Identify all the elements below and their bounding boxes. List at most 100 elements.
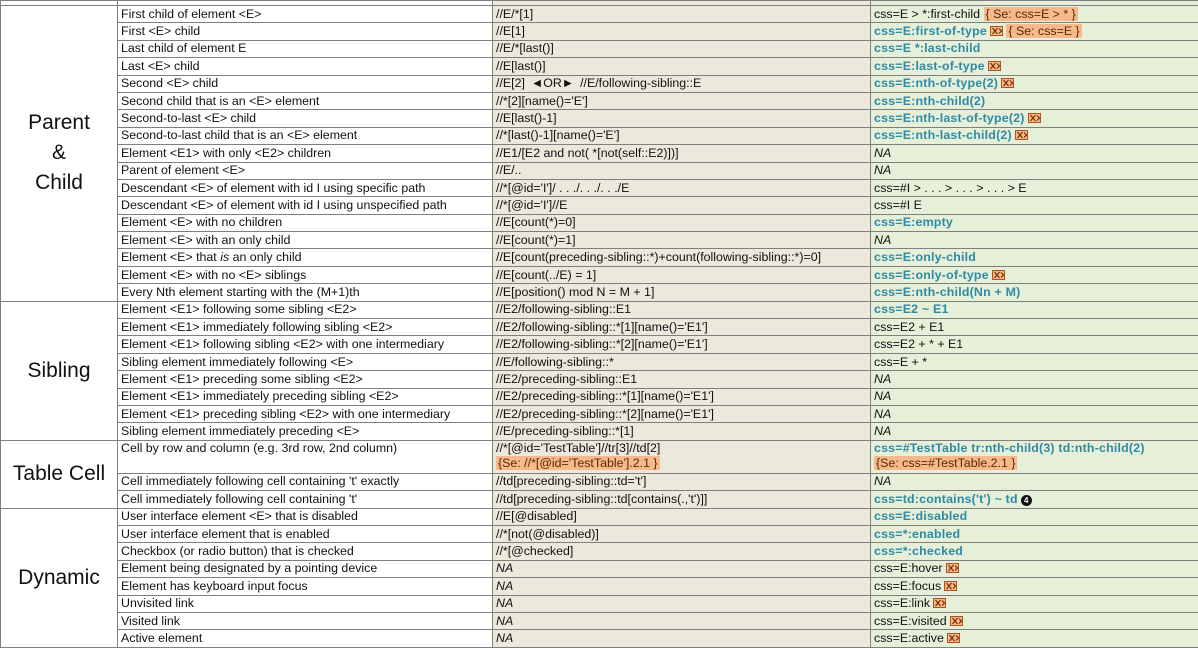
browser-warning-icon [944,581,957,591]
description-cell: User interface element <E> that is disab… [118,508,493,525]
description-cell: First <E> child [118,23,493,40]
xpath-cell: //E2/following-sibling::*[1][name()='E1'… [493,319,871,336]
description-cell: Element <E1> preceding sibling <E2> with… [118,405,493,422]
browser-warning-icon [947,633,960,643]
browser-warning-icon [1015,130,1028,140]
css-cell: css=E:nth-of-type(2) [871,75,1198,92]
xpath-cell: //E2/preceding-sibling::E1 [493,371,871,388]
description-cell: Unvisited link [118,595,493,612]
xpath-cell: //E[count(*)=0] [493,214,871,231]
xpath-cell: //*[last()-1][name()='E'] [493,127,871,144]
description-cell: Second child that is an <E> element [118,92,493,109]
description-cell: Element <E1> preceding some sibling <E2> [118,371,493,388]
category-label: Sibling [27,359,90,382]
xpath-cell: //E[count(preceding-sibling::*)+count(fo… [493,249,871,266]
css-cell: NA [871,423,1198,440]
table-row: Table Cell Cell by row and column (e.g. … [1,440,1198,473]
table-row: First <E> child //E[1] css=E:first-of-ty… [1,23,1198,40]
description-cell: Last child of element E [118,40,493,57]
xpath-cell: //E/.. [493,162,871,179]
description-cell: Element has keyboard input focus [118,578,493,595]
table-row: Second <E> child //E[2]◄OR►//E/following… [1,75,1198,92]
xpath-text: //*[@id='TestTable']//tr[3]//td[2] [496,441,867,456]
xpath-cell: //E/*[1] [493,6,871,23]
selector-reference-table: Parent & Child First child of element <E… [0,0,1198,648]
xpath-cell: //*[not(@disabled)] [493,525,871,542]
css-cell: NA [871,473,1198,490]
table-row: Sibling element immediately following <E… [1,353,1198,370]
table-row: Element being designated by a pointing d… [1,560,1198,577]
description-pre: Element <E> that [121,250,220,264]
xpath-cell: //E[1] [493,23,871,40]
table-row: Element <E1> immediately following sibli… [1,319,1198,336]
description-cell: Every Nth element starting with the (M+1… [118,284,493,301]
css-text: css=E *:last-child [874,41,981,55]
css-text: css=td:contains('t') ~ td [874,492,1018,506]
description-cell: Sibling element immediately following <E… [118,353,493,370]
category-label: Dynamic [18,566,100,589]
css-text: css=E:empty [874,215,953,229]
table-row: Last child of element E //E/*[last()] cs… [1,40,1198,57]
description-cell: Descendant <E> of element with id I usin… [118,179,493,196]
xpath-cell: //E[last()] [493,58,871,75]
css-text: css=E:link [874,596,930,610]
css-cell: css=E > *:first-child { Se: css=E > * } [871,6,1198,23]
css-cell: css=E:visited [871,612,1198,629]
table-row: Element has keyboard input focus NA css=… [1,578,1198,595]
css-cell: css=#I > . . . > . . . > . . . > E [871,179,1198,196]
xpath-cell: //td[preceding-sibling::td[contains(.,'t… [493,491,871,508]
table-row: Sibling element immediately preceding <E… [1,423,1198,440]
description-cell: Element <E> with no children [118,214,493,231]
xpath-cell: //E/*[last()] [493,40,871,57]
css-text: css=E:focus [874,579,941,593]
description-cell: Active element [118,630,493,647]
table-row: Parent of element <E> //E/.. NA [1,162,1198,179]
css-cell: css=#I E [871,197,1198,214]
browser-warning-icon [1001,78,1014,88]
css-text: css=E:nth-last-of-type(2) [874,111,1025,125]
css-cell: NA [871,388,1198,405]
css-text: css=*:checked [874,544,963,558]
xpath-cell: //E[2]◄OR►//E/following-sibling::E [493,75,871,92]
description-cell: Element <E> with no <E> siblings [118,266,493,283]
css-text: css=E:last-of-type [874,59,985,73]
browser-warning-icon [933,598,946,608]
xpath-cell: //*[2][name()='E'] [493,92,871,109]
xpath-cell: //E[@disabled] [493,508,871,525]
table-row: Second-to-last child that is an <E> elem… [1,127,1198,144]
css-cell: NA [871,405,1198,422]
xpath-cell: //E[count(../E) = 1] [493,266,871,283]
description-post: an only child [229,250,301,264]
description-cell: Visited link [118,612,493,629]
css-cell: NA [871,371,1198,388]
browser-warning-icon [946,563,959,573]
table-row: Last <E> child //E[last()] css=E:last-of… [1,58,1198,75]
table-row: Element <E1> immediately preceding sibli… [1,388,1198,405]
css-text: css=#I E [874,198,922,212]
xpath-cell: //td[preceding-sibling::td='t'] [493,473,871,490]
table-row: Element <E> with an only child //E[count… [1,232,1198,249]
css-cell: css=E + * [871,353,1198,370]
se-note: {Se: //*[@id='TestTable'].2.1 } [496,456,660,470]
xpath-cell: //E/preceding-sibling::*[1] [493,423,871,440]
css-cell: NA [871,162,1198,179]
description-cell: Element <E> with an only child [118,232,493,249]
xpath-cell: NA [493,560,871,577]
css-cell: css=E2 + * + E1 [871,336,1198,353]
css-cell: css=E:link [871,595,1198,612]
table-row: Visited link NA css=E:visited [1,612,1198,629]
category-dynamic: Dynamic [1,508,118,647]
css-text: css=E + * [874,355,927,369]
se-note: { Se: css=E } [1006,24,1081,38]
category-parent-child: Parent & Child [1,6,118,302]
table-row: Second-to-last <E> child //E[last()-1] c… [1,110,1198,127]
xpath-cell: //E[count(*)=1] [493,232,871,249]
xpath-cell: NA [493,578,871,595]
xpath-cell: //E/following-sibling::* [493,353,871,370]
description-cell: Element <E1> with only <E2> children [118,145,493,162]
table-row: Element <E1> following sibling <E2> with… [1,336,1198,353]
xpath-cell: //E[position() mod N = M + 1] [493,284,871,301]
css-text: css=E2 + E1 [874,320,944,334]
css-cell: css=E:disabled [871,508,1198,525]
css-cell: css=E:nth-child(2) [871,92,1198,109]
